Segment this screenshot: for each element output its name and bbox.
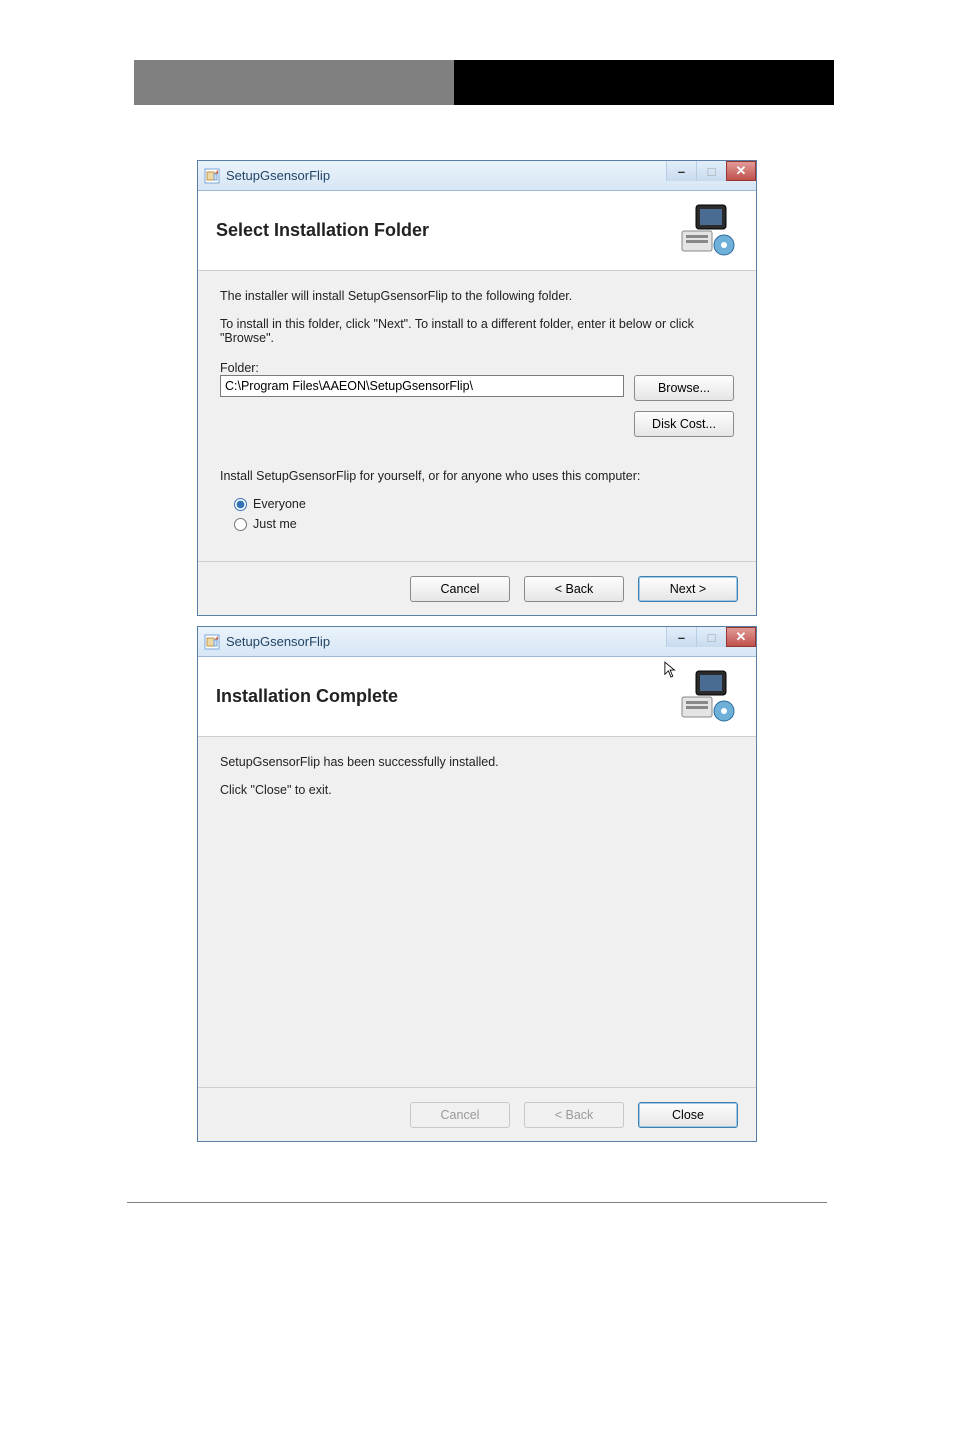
window-title: SetupGsensorFlip [226,634,330,649]
radio-just-me-label: Just me [253,517,297,531]
radio-everyone[interactable]: Everyone [234,497,734,511]
complete-text-2: Click "Close" to exit. [220,783,734,797]
titlebar[interactable]: SetupGsensorFlip – □ ✕ [198,627,756,657]
header-right-block [454,60,834,105]
banner: Installation Complete [198,657,756,737]
disk-cost-button[interactable]: Disk Cost... [634,411,734,437]
folder-input[interactable] [220,375,624,397]
cancel-button: Cancel [410,1102,510,1128]
install-for-prompt: Install SetupGsensorFlip for yourself, o… [220,469,734,483]
folder-label: Folder: [220,361,734,375]
window-title: SetupGsensorFlip [226,168,330,183]
minimize-button[interactable]: – [666,161,696,181]
banner-title: Installation Complete [216,686,398,707]
installer-app-icon [204,634,220,650]
close-button[interactable]: ✕ [726,161,756,181]
back-button: < Back [524,1102,624,1128]
intro-text-1: The installer will install SetupGsensorF… [220,289,734,303]
close-button[interactable]: Close [638,1102,738,1128]
cancel-button[interactable]: Cancel [410,576,510,602]
maximize-button: □ [696,161,726,181]
page-header-strip [134,60,834,105]
dialog-body: The installer will install SetupGsensorF… [198,271,756,561]
installer-banner-icon [674,203,738,259]
maximize-button: □ [696,627,726,647]
radio-just-me[interactable]: Just me [234,517,734,531]
next-button[interactable]: Next > [638,576,738,602]
header-left-block [134,60,454,105]
banner: Select Installation Folder [198,191,756,271]
titlebar[interactable]: SetupGsensorFlip – □ ✕ [198,161,756,191]
installer-banner-icon [674,669,738,725]
close-button[interactable]: ✕ [726,627,756,647]
dialog-body: SetupGsensorFlip has been successfully i… [198,737,756,1087]
banner-title: Select Installation Folder [216,220,429,241]
dialog-footer: Cancel < Back Next > [198,561,756,615]
page-footer-divider [127,1202,827,1203]
installer-dialog-complete: SetupGsensorFlip – □ ✕ Installation Comp… [197,626,757,1142]
radio-everyone-label: Everyone [253,497,306,511]
radio-everyone-input[interactable] [234,498,247,511]
title-controls: – □ ✕ [666,627,756,647]
complete-text-1: SetupGsensorFlip has been successfully i… [220,755,734,769]
minimize-button[interactable]: – [666,627,696,647]
title-controls: – □ ✕ [666,161,756,181]
radio-just-me-input[interactable] [234,518,247,531]
browse-button[interactable]: Browse... [634,375,734,401]
installer-app-icon [204,168,220,184]
dialog-footer: Cancel < Back Close [198,1087,756,1141]
back-button[interactable]: < Back [524,576,624,602]
intro-text-2: To install in this folder, click "Next".… [220,317,734,345]
installer-dialog-select-folder: SetupGsensorFlip – □ ✕ Select Installati… [197,160,757,616]
